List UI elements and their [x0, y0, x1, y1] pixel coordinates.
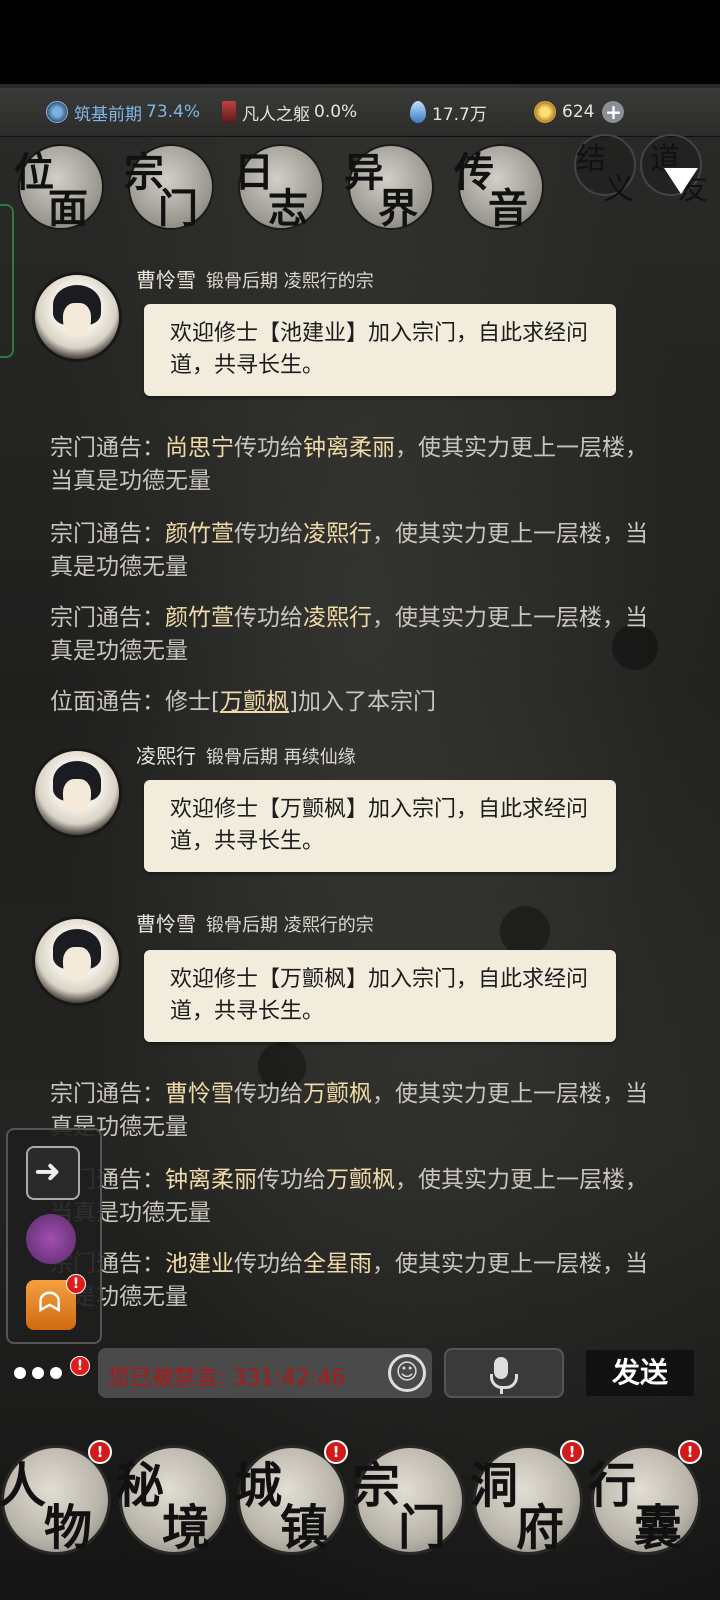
sender-name: 曹怜雪 锻骨后期 凌熙行的宗: [136, 264, 374, 293]
tab-other-realm-char2: 界: [378, 185, 418, 232]
nav-sect-char2: 门: [398, 1500, 447, 1556]
nav-bag-char2: 囊: [634, 1500, 683, 1556]
realm-icon: [46, 101, 68, 123]
nav-cave-char1: 洞: [470, 1458, 519, 1514]
pet-icon[interactable]: [26, 1214, 76, 1264]
notification-badge: !: [324, 1440, 348, 1464]
tab-log-char2: 志: [268, 185, 308, 232]
nav-town[interactable]: 城 镇: [234, 1448, 344, 1556]
body-stat: 凡人之躯 0.0%: [222, 98, 357, 126]
sender-name: 曹怜雪 锻骨后期 凌熙行的宗: [136, 908, 374, 937]
plane-notice: 位面通告：修士[万颤枫]加入了本宗门: [50, 689, 436, 715]
nav-secret-realm-char1: 秘: [116, 1458, 165, 1514]
notification-badge: !: [70, 1356, 90, 1376]
tab-message[interactable]: 传 音: [454, 146, 542, 232]
spirit-value: 17.7万: [432, 104, 487, 125]
collapse-triangle-icon[interactable]: [664, 168, 698, 194]
nav-sect[interactable]: 宗 门: [352, 1448, 462, 1556]
nav-town-char1: 城: [234, 1458, 283, 1514]
sender-name-text: 凌熙行: [136, 744, 196, 768]
friend-char2: 义: [604, 172, 634, 207]
realm-label: 筑基前期: [74, 104, 142, 125]
sender-name: 凌熙行 锻骨后期 再续仙缘: [136, 740, 356, 769]
player-link[interactable]: 万颤枫: [220, 689, 289, 715]
nav-secret-realm-char2: 境: [162, 1500, 211, 1556]
tab-log[interactable]: 日 志: [234, 146, 322, 232]
tab-other-realm[interactable]: 异 界: [344, 146, 432, 232]
floating-shortcut-panel: !: [6, 1128, 102, 1344]
nav-cave[interactable]: 洞 府: [470, 1448, 580, 1556]
sect-notice: 宗门通告：钟离柔丽传功给万颤枫，使其实力更上一层楼，当真是功德无量: [50, 1167, 648, 1226]
chat-input[interactable]: 您已被禁言: 331:42:46 ☺: [98, 1348, 432, 1398]
tab-sect[interactable]: 宗 门: [124, 146, 212, 232]
sword-icon: [222, 101, 236, 123]
add-coins-button[interactable]: +: [602, 101, 625, 123]
coin-value: 624: [562, 102, 595, 122]
sender-info: 锻骨后期 再续仙缘: [206, 747, 356, 768]
tab-plane[interactable]: 位 面: [14, 146, 102, 232]
sender-name-text: 曹怜雪: [136, 912, 196, 936]
avatar[interactable]: [32, 916, 122, 1006]
friend-char1: 结: [576, 142, 606, 177]
nav-town-char2: 镇: [280, 1500, 329, 1556]
tab-message-char2: 音: [488, 185, 528, 232]
nav-character-char1: 人: [0, 1458, 47, 1514]
realm-stat: 筑基前期 73.4%: [46, 98, 200, 126]
spirit-stat: 17.7万: [410, 98, 487, 126]
spirit-drop-icon: [410, 101, 426, 123]
sender-info: 锻骨后期 凌熙行的宗: [206, 271, 374, 292]
nav-character[interactable]: 人 物: [0, 1448, 108, 1556]
sect-notice: 宗门通告：曹怜雪传功给万颤枫，使其实力更上一层楼，当真是功德无量: [50, 1081, 648, 1140]
nav-character-char2: 物: [44, 1500, 93, 1556]
nav-bag[interactable]: 行 囊: [588, 1448, 698, 1556]
muted-notice: 您已被禁言: 331:42:46: [108, 1366, 346, 1391]
left-edge-tab[interactable]: [0, 204, 14, 358]
realm-percent: 73.4%: [146, 102, 201, 122]
tab-sect-char2: 门: [158, 185, 198, 232]
nav-cave-char2: 府: [516, 1500, 565, 1556]
notification-badge: !: [678, 1440, 702, 1464]
body-label: 凡人之躯: [242, 104, 310, 125]
top-black-bar: [0, 0, 720, 84]
status-bar: 筑基前期 73.4% 凡人之躯 0.0% 17.7万 624 +: [0, 88, 720, 137]
nav-secret-realm[interactable]: 秘 境: [116, 1448, 226, 1556]
avatar[interactable]: [32, 748, 122, 838]
send-button[interactable]: 发送: [586, 1350, 694, 1396]
nav-bag-char1: 行: [588, 1458, 637, 1514]
notification-badge: !: [560, 1440, 584, 1464]
exit-icon[interactable]: [26, 1146, 80, 1200]
sect-notice: 宗门通告：池建业传功给全星雨，使其实力更上一层楼，当真是功德无量: [50, 1251, 648, 1310]
body-percent: 0.0%: [314, 102, 358, 122]
coin-stat: 624 +: [534, 98, 625, 126]
coin-icon: [534, 101, 556, 123]
chat-bubble: 欢迎修士【万颤枫】加入宗门，自此求经问道，共寻长生。: [144, 950, 616, 1042]
chat-bubble: 欢迎修士【池建业】加入宗门，自此求经问道，共寻长生。: [144, 304, 616, 396]
notification-badge: !: [88, 1440, 112, 1464]
emoji-icon[interactable]: ☺: [388, 1354, 426, 1392]
notification-badge: !: [66, 1274, 86, 1294]
sect-notice: 宗门通告：尚思宁传功给钟离柔丽，使其实力更上一层楼，当真是功德无量: [50, 435, 648, 494]
tab-plane-char2: 面: [48, 185, 88, 232]
avatar[interactable]: [32, 272, 122, 362]
voice-input-button[interactable]: [444, 1348, 564, 1398]
nav-sect-char1: 宗: [352, 1458, 401, 1514]
chat-bubble: 欢迎修士【万颤枫】加入宗门，自此求经问道，共寻长生。: [144, 780, 616, 872]
sender-info: 锻骨后期 凌熙行的宗: [206, 915, 374, 936]
sect-notice: 宗门通告：颜竹萱传功给凌熙行，使其实力更上一层楼，当真是功德无量: [50, 605, 648, 664]
sect-notice: 宗门通告：颜竹萱传功给凌熙行，使其实力更上一层楼，当真是功德无量: [50, 521, 648, 580]
sender-name-text: 曹怜雪: [136, 268, 196, 292]
